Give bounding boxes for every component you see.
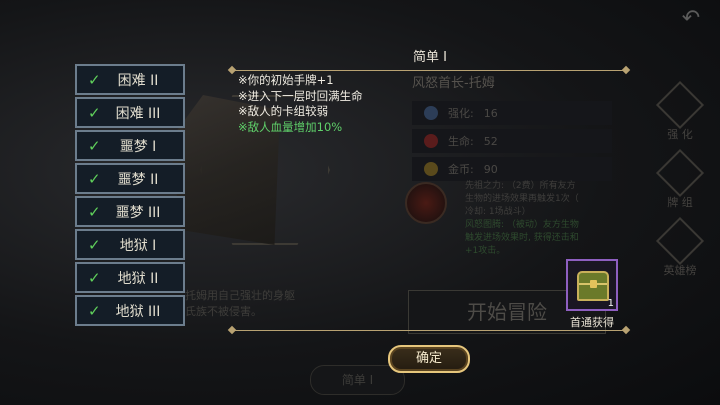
effect-line: ※你的初始手牌+1 [238, 73, 334, 87]
check-icon: ✓ [88, 203, 101, 221]
stat-row-gold: 金币: 90 [412, 157, 612, 181]
reward-slot: 1 [566, 259, 618, 311]
side-menu-heroes[interactable]: 英雄榜 [650, 216, 710, 284]
deck-icon [655, 148, 705, 198]
boss-skill-panel: 先祖之力: （2费）所有友方 生物的进场效果再触发1次（ 冷却: 1场战斗） 风… [405, 180, 605, 258]
hero-description: 托姆用自己强壮的身躯 氏族不被侵害。 [185, 289, 295, 318]
difficulty-option-hell-3[interactable]: ✓ 地狱 III [75, 295, 185, 326]
check-icon: ✓ [88, 302, 101, 320]
stat-row-health: 生命: 52 [412, 129, 612, 153]
side-menu-upgrade[interactable]: 强 化 [650, 80, 710, 148]
first-clear-reward[interactable]: 1 首通获得 [566, 259, 618, 330]
upgrade-icon [655, 80, 705, 130]
check-icon: ✓ [88, 236, 101, 254]
difficulty-option-hell-1[interactable]: ✓ 地狱 I [75, 229, 185, 260]
popup-frame-bottom [232, 330, 626, 331]
check-icon: ✓ [88, 170, 101, 188]
reward-count: 1 [607, 298, 614, 309]
stat-row-power: 强化: 16 [412, 101, 612, 125]
difficulty-tab: 简单 I [310, 365, 405, 395]
side-menu: 强 化 牌 组 英雄榜 [650, 80, 710, 292]
difficulty-option-nightmare-1[interactable]: ✓ 噩梦 I [75, 130, 185, 161]
effect-line-highlight: ※敌人血量增加10% [238, 119, 343, 134]
confirm-button[interactable]: 确定 [388, 345, 470, 373]
check-icon: ✓ [88, 269, 101, 287]
heart-icon [424, 134, 438, 148]
check-icon: ✓ [88, 137, 101, 155]
difficulty-option-nightmare-3[interactable]: ✓ 噩梦 III [75, 196, 185, 227]
effect-line: ※敌人的卡组较弱 [238, 104, 329, 118]
effect-line: ※进入下一层时回满生命 [238, 88, 363, 103]
treasure-chest-icon [577, 271, 609, 301]
coin-icon [424, 162, 438, 176]
check-icon: ✓ [88, 104, 101, 122]
boss-info-panel: 风怒首长-托姆 强化: 16 生命: 52 金币: 90 [412, 72, 612, 185]
popup-frame-top [232, 70, 626, 71]
reward-caption: 首通获得 [570, 316, 614, 329]
difficulty-dropdown: ✓ 困难 II ✓ 困难 III ✓ 噩梦 I ✓ 噩梦 II ✓ 噩梦 III… [75, 64, 185, 328]
back-arrow-icon[interactable]: ↶ [676, 8, 706, 30]
difficulty-option-nightmare-2[interactable]: ✓ 噩梦 II [75, 163, 185, 194]
difficulty-option-hell-2[interactable]: ✓ 地狱 II [75, 262, 185, 293]
difficulty-option-hard-3[interactable]: ✓ 困难 III [75, 97, 185, 128]
heroes-icon [655, 216, 705, 266]
side-menu-deck[interactable]: 牌 组 [650, 148, 710, 216]
check-icon: ✓ [88, 71, 101, 89]
difficulty-effects-list: ※你的初始手牌+1 ※进入下一层时回满生命 ※敌人的卡组较弱 ※敌人血量增加10… [238, 73, 363, 135]
skill-emblem-icon [405, 182, 447, 224]
popup-title: 简单 I [413, 50, 447, 65]
power-icon [424, 106, 438, 120]
boss-name: 风怒首长-托姆 [412, 76, 495, 91]
difficulty-option-hard-2[interactable]: ✓ 困难 II [75, 64, 185, 95]
